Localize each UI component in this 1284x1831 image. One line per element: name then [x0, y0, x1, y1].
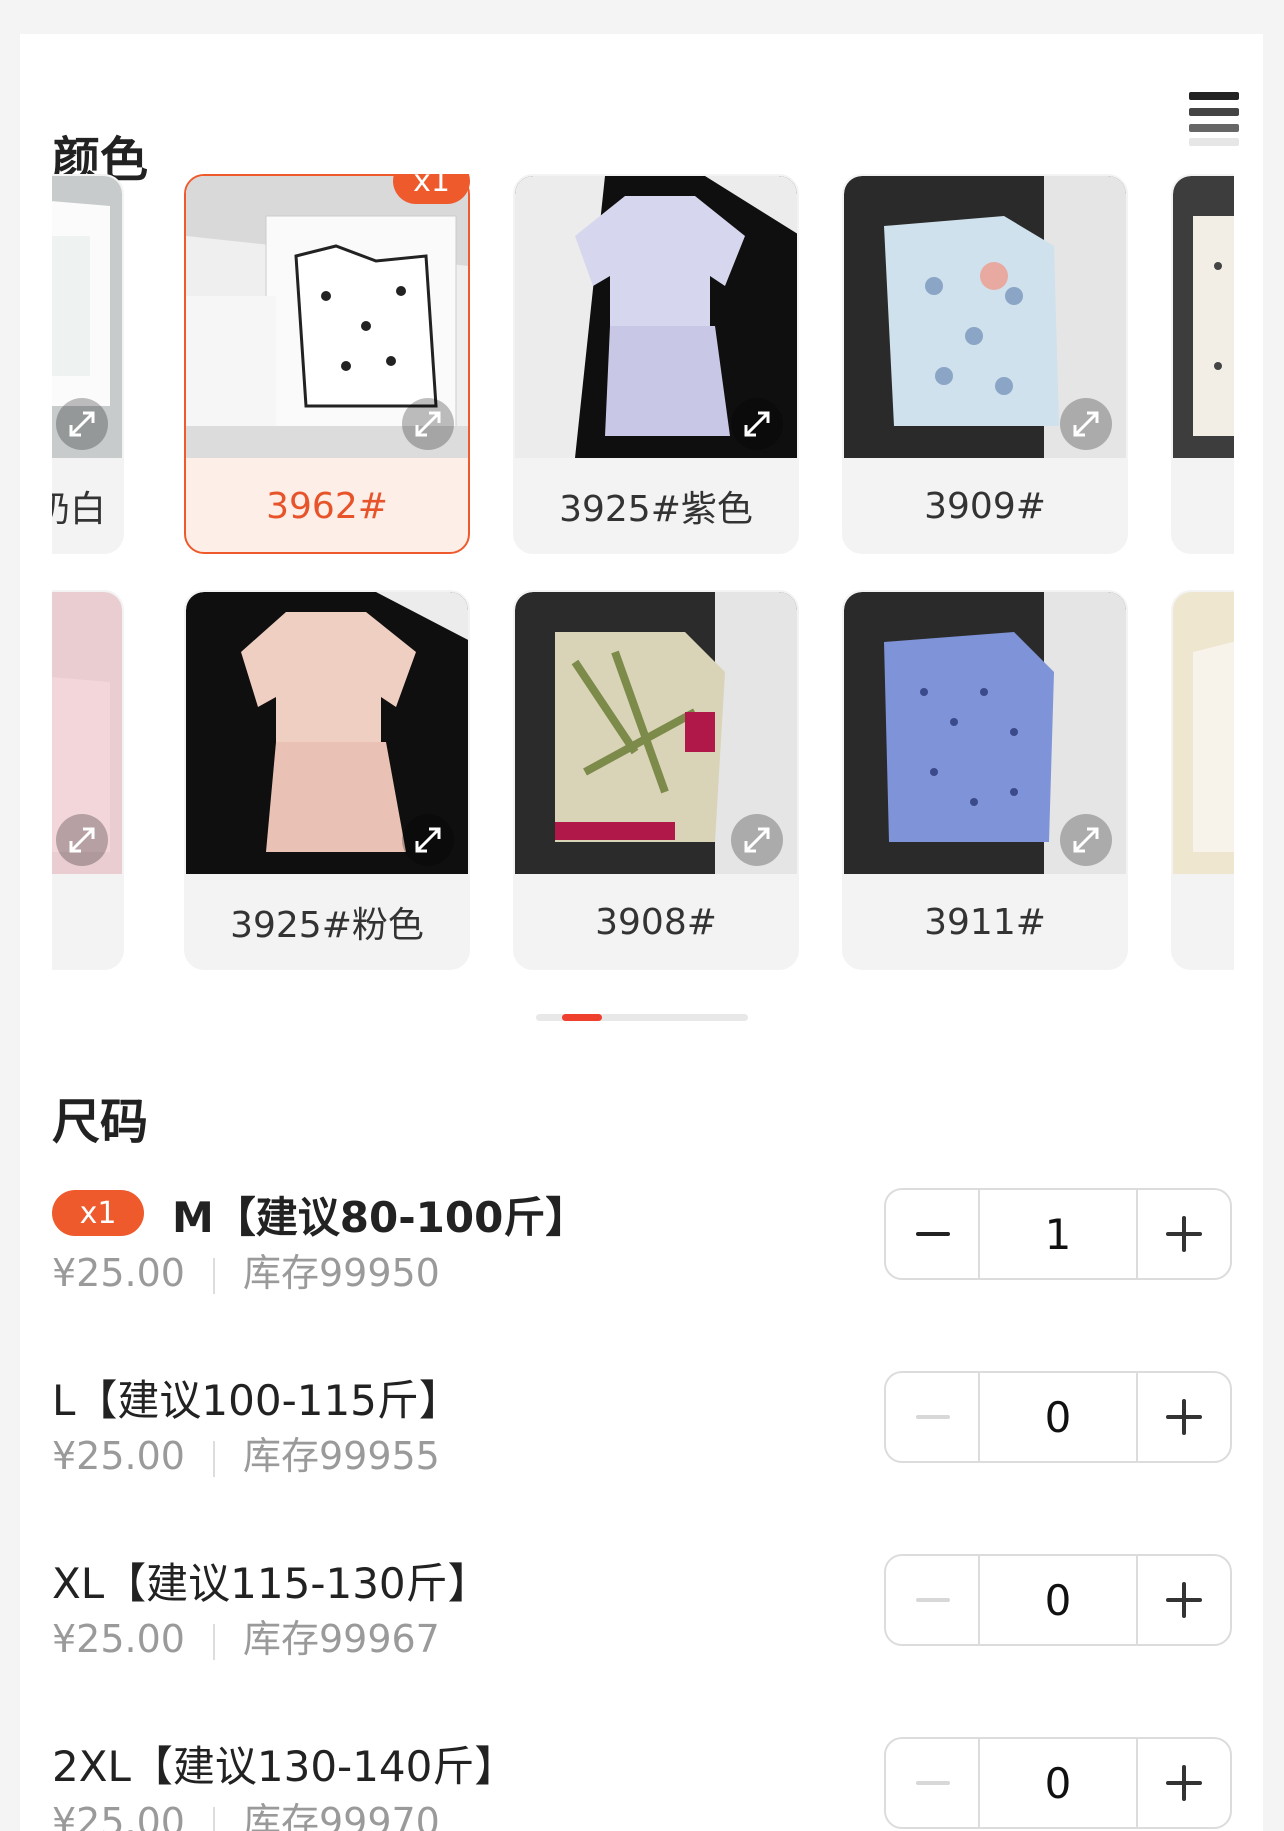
expand-icon[interactable] [56, 814, 108, 866]
expand-icon[interactable] [731, 398, 783, 450]
size-name: XL【建议115-130斤】 [52, 1559, 490, 1608]
color-label: 3925#紫色 [559, 489, 753, 530]
size-meta: ¥25.00 库存99967 [52, 1608, 440, 1663]
color-label: 3962# [266, 485, 388, 527]
color-card-1[interactable]: 3962# x1 [184, 174, 470, 554]
page-indicator [536, 1014, 748, 1021]
divider [212, 1623, 215, 1660]
divider [212, 1806, 215, 1831]
size-row-l: L【建议100-115斤】 ¥25.00 库存99955 0 [52, 1367, 1232, 1507]
size-price: ¥25.00 [52, 1251, 185, 1295]
size-row-2xl: 2XL【建议130-140斤】 ¥25.00 库存99970 0 [52, 1733, 1232, 1831]
color-label [52, 874, 122, 968]
increment-button[interactable] [1138, 1556, 1230, 1644]
color-card-5[interactable] [52, 590, 124, 970]
quantity-stepper: 0 [884, 1554, 1232, 1646]
color-label: 3909# [924, 485, 1046, 527]
expand-icon[interactable] [56, 398, 108, 450]
quantity-value[interactable]: 0 [978, 1556, 1138, 1644]
decrement-button[interactable] [886, 1373, 978, 1461]
color-label: 3908# [595, 901, 717, 943]
increment-button[interactable] [1138, 1739, 1230, 1827]
color-label: 3911# [924, 901, 1046, 943]
sku-selector-sheet: 颜色 奶白 3962# x1 3925#紫色 [20, 34, 1263, 1831]
color-label: 3925#粉色 [230, 905, 424, 946]
product-thumbnail [1173, 592, 1234, 874]
quantity-value[interactable]: 1 [978, 1190, 1138, 1278]
increment-button[interactable] [1138, 1373, 1230, 1461]
size-count-badge: x1 [52, 1190, 144, 1236]
color-card-4[interactable] [1171, 174, 1234, 554]
quantity-stepper: 0 [884, 1371, 1232, 1463]
size-name: M【建议80-100斤】 [172, 1193, 588, 1242]
quantity-stepper: 1 [884, 1188, 1232, 1280]
color-label: 奶白 [52, 489, 106, 530]
color-card-3[interactable]: 3909# [842, 174, 1128, 554]
decrement-button[interactable] [886, 1190, 978, 1278]
size-section-title: 尺码 [52, 1094, 149, 1150]
quantity-stepper: 0 [884, 1737, 1232, 1829]
expand-icon[interactable] [731, 814, 783, 866]
expand-icon[interactable] [1060, 398, 1112, 450]
size-meta: ¥25.00 库存99970 [52, 1791, 440, 1831]
color-card-0[interactable]: 奶白 [52, 174, 124, 554]
size-stock: 库存99950 [242, 1251, 440, 1295]
size-stock: 库存99970 [242, 1800, 440, 1831]
color-grid[interactable]: 奶白 3962# x1 3925#紫色 3909# [52, 174, 1234, 1024]
color-card-6[interactable]: 3925#粉色 [184, 590, 470, 970]
size-stock: 库存99967 [242, 1617, 440, 1661]
color-label [1173, 458, 1234, 552]
color-card-2[interactable]: 3925#紫色 [513, 174, 799, 554]
decrement-button[interactable] [886, 1556, 978, 1644]
size-row-xl: XL【建议115-130斤】 ¥25.00 库存99967 0 [52, 1550, 1232, 1690]
decrement-button[interactable] [886, 1739, 978, 1827]
product-thumbnail [1173, 176, 1234, 458]
size-price: ¥25.00 [52, 1617, 185, 1661]
color-card-9[interactable] [1171, 590, 1234, 970]
divider [212, 1257, 215, 1294]
quantity-value[interactable]: 0 [978, 1739, 1138, 1827]
page-indicator-active [562, 1014, 602, 1021]
expand-icon[interactable] [402, 398, 454, 450]
list-view-icon[interactable] [1189, 92, 1239, 146]
expand-icon[interactable] [1060, 814, 1112, 866]
size-stock: 库存99955 [242, 1434, 440, 1478]
size-row-m: x1 M【建议80-100斤】 ¥25.00 库存99950 1 [52, 1184, 1232, 1324]
size-meta: ¥25.00 库存99950 [52, 1242, 440, 1297]
size-name: L【建议100-115斤】 [52, 1376, 461, 1425]
color-card-8[interactable]: 3911# [842, 590, 1128, 970]
increment-button[interactable] [1138, 1190, 1230, 1278]
color-label [1173, 874, 1234, 968]
quantity-value[interactable]: 0 [978, 1373, 1138, 1461]
expand-icon[interactable] [402, 814, 454, 866]
selected-count-badge: x1 [393, 174, 470, 204]
size-price: ¥25.00 [52, 1800, 185, 1831]
divider [212, 1440, 215, 1477]
color-card-7[interactable]: 3908# [513, 590, 799, 970]
size-name: 2XL【建议130-140斤】 [52, 1742, 517, 1791]
size-meta: ¥25.00 库存99955 [52, 1425, 440, 1480]
size-price: ¥25.00 [52, 1434, 185, 1478]
